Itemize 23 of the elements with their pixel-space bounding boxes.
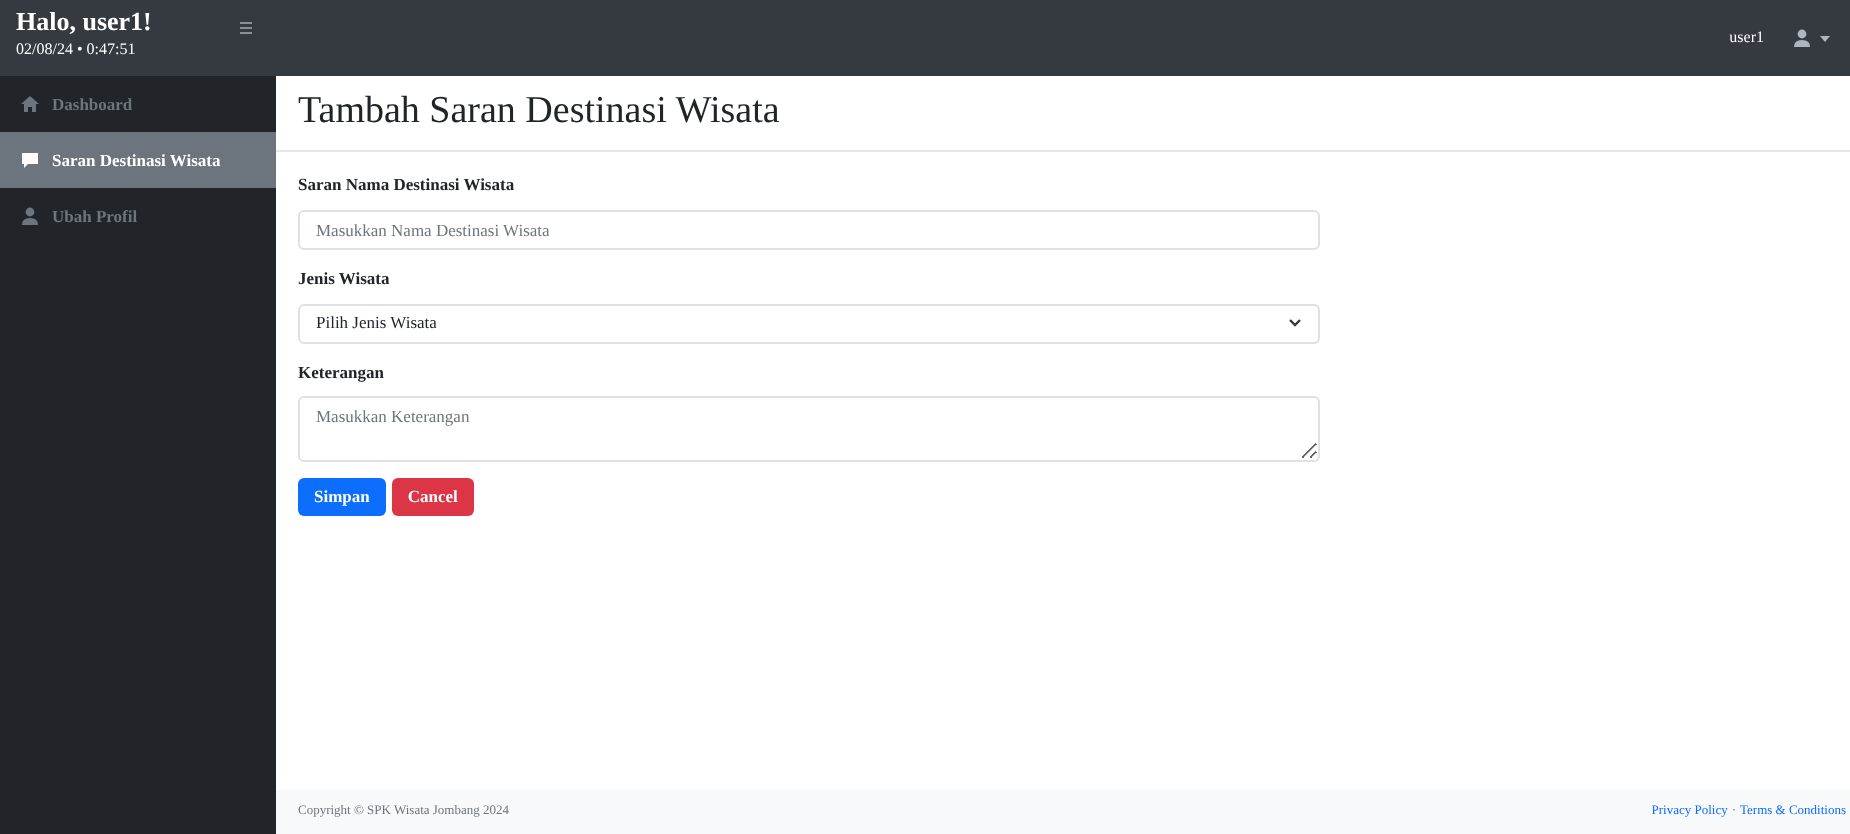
user-menu-button[interactable] [1792, 28, 1830, 48]
caret-icon [1820, 35, 1830, 41]
sidebar-item[interactable]: Ubah Profil [0, 188, 276, 244]
field-label: Keterangan [298, 359, 386, 385]
menu-icon[interactable] [240, 22, 252, 34]
username: user1 [1729, 26, 1764, 50]
page-title: Tambah Saran Destinasi Wisata [298, 88, 780, 137]
dropdown[interactable]: Pilih Jenis Wisata [298, 303, 1320, 343]
date-time: 02/08/24 • 0:47:51 [16, 38, 138, 62]
save-button[interactable]: Simpan [298, 478, 386, 517]
user-icon [1792, 28, 1812, 48]
chevron-down-icon [1288, 318, 1302, 328]
cancel-button[interactable]: Cancel [391, 478, 474, 517]
sidebar-item[interactable]: Saran Destinasi Wisata [0, 132, 276, 188]
greeting: Halo, user1! [16, 6, 152, 38]
user-icon [20, 206, 40, 226]
sidebar-item[interactable]: Dashboard [0, 76, 276, 132]
speech-bubble-icon [20, 150, 40, 170]
field-label: Saran Nama Destinasi Wisata [298, 172, 517, 198]
input-field[interactable]: Masukkan Nama Destinasi Wisata [298, 209, 1320, 250]
home-icon [20, 94, 40, 114]
field-label: Jenis Wisata [298, 265, 392, 291]
text-area[interactable]: Masukkan Keterangan [298, 396, 1320, 463]
